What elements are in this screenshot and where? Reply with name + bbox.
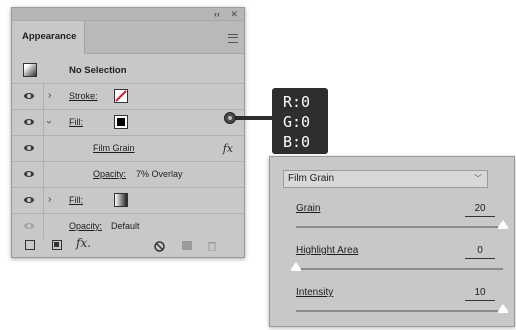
eye-cell [12,162,44,187]
gradient-swatch[interactable] [114,193,128,207]
selection-label: No Selection [69,65,127,76]
fill-label[interactable]: Fill: [69,110,83,135]
eye-cell [12,84,44,109]
fill2-label[interactable]: Fill: [69,188,83,213]
appearance-panel: ‹‹ ✕ Appearance No Selection › Stroke: ›… [11,7,245,258]
grain-slider[interactable] [296,220,508,229]
blue-value: B:0 [283,133,311,151]
effect-opacity-row[interactable]: Opacity: 7% Overlay [12,162,244,188]
eye-icon[interactable] [24,119,34,125]
chevron-down-icon: ﹀ [474,174,482,183]
eye-icon[interactable] [24,93,34,99]
grain-label: Grain [296,203,321,214]
grain-slider-thumb[interactable] [498,220,508,229]
eye-icon[interactable] [24,145,34,151]
effect-opacity-value: 7% Overlay [136,169,183,179]
effect-select-value: Film Grain [288,173,335,184]
tab-appearance[interactable]: Appearance [12,21,85,54]
highlight-area-label: Highlight Area [296,245,359,256]
effect-opacity-label[interactable]: Opacity: [93,162,126,187]
intensity-slider-thumb[interactable] [498,304,508,313]
delete-icon[interactable] [207,240,217,251]
stroke-swatch[interactable] [114,89,128,103]
close-icon[interactable]: ✕ [230,8,238,20]
tab-bar: Appearance [12,21,244,54]
fill-color [117,118,125,126]
add-fill-icon[interactable] [52,240,62,250]
rgb-readout: R:0 G:0 B:0 [272,88,328,154]
panel-titlebar: ‹‹ ✕ [12,8,244,21]
green-value: G:0 [283,113,311,131]
eye-cell [12,188,44,213]
fill-swatch[interactable] [114,115,128,129]
film-grain-row[interactable]: Film Grain fx [12,136,244,162]
panel-toolbar: fx. [12,235,244,257]
expand-arrow-icon[interactable]: › [48,89,51,103]
red-value: R:0 [283,93,311,111]
stroke-label[interactable]: Stroke: [69,84,98,109]
highlight-area-slider[interactable] [291,262,503,271]
eye-icon[interactable] [24,223,34,229]
collapse-icon[interactable]: ‹‹ [214,8,220,20]
intensity-value[interactable]: 10 [465,286,495,301]
fx-icon[interactable]: fx [223,142,233,155]
fill-row[interactable]: › Fill: [12,110,244,136]
selection-thumbnail [23,63,37,77]
eye-cell [12,136,44,161]
none-swatch-icon [115,90,127,102]
color-probe-knob[interactable] [224,112,236,124]
no-selection-row: No Selection [12,58,244,84]
eye-cell [12,110,44,135]
eye-icon[interactable] [24,197,34,203]
clear-icon[interactable] [154,241,165,252]
connector-line [230,116,275,120]
grain-value[interactable]: 20 [465,202,495,217]
add-stroke-icon[interactable] [25,240,35,250]
film-grain-panel: Film Grain ﹀ Grain 20 Highlight Area 0 I… [269,156,515,327]
eye-icon[interactable] [24,171,34,177]
panel-menu-icon[interactable] [228,34,238,43]
stroke-row[interactable]: › Stroke: [12,84,244,110]
intensity-slider[interactable] [296,304,508,313]
fill2-row[interactable]: › Fill: [12,188,244,214]
add-effect-icon[interactable]: fx. [76,236,91,250]
add-fill-inner [54,242,59,247]
effect-select[interactable]: Film Grain ﹀ [283,170,488,188]
highlight-area-value[interactable]: 0 [465,244,495,259]
intensity-label: Intensity [296,287,334,298]
duplicate-icon[interactable] [182,241,192,250]
highlight-area-slider-thumb[interactable] [291,262,301,271]
expand-arrow-icon[interactable]: › [48,193,51,207]
collapse-arrow-icon[interactable]: › [42,120,56,123]
film-grain-link[interactable]: Film Grain [93,136,135,161]
